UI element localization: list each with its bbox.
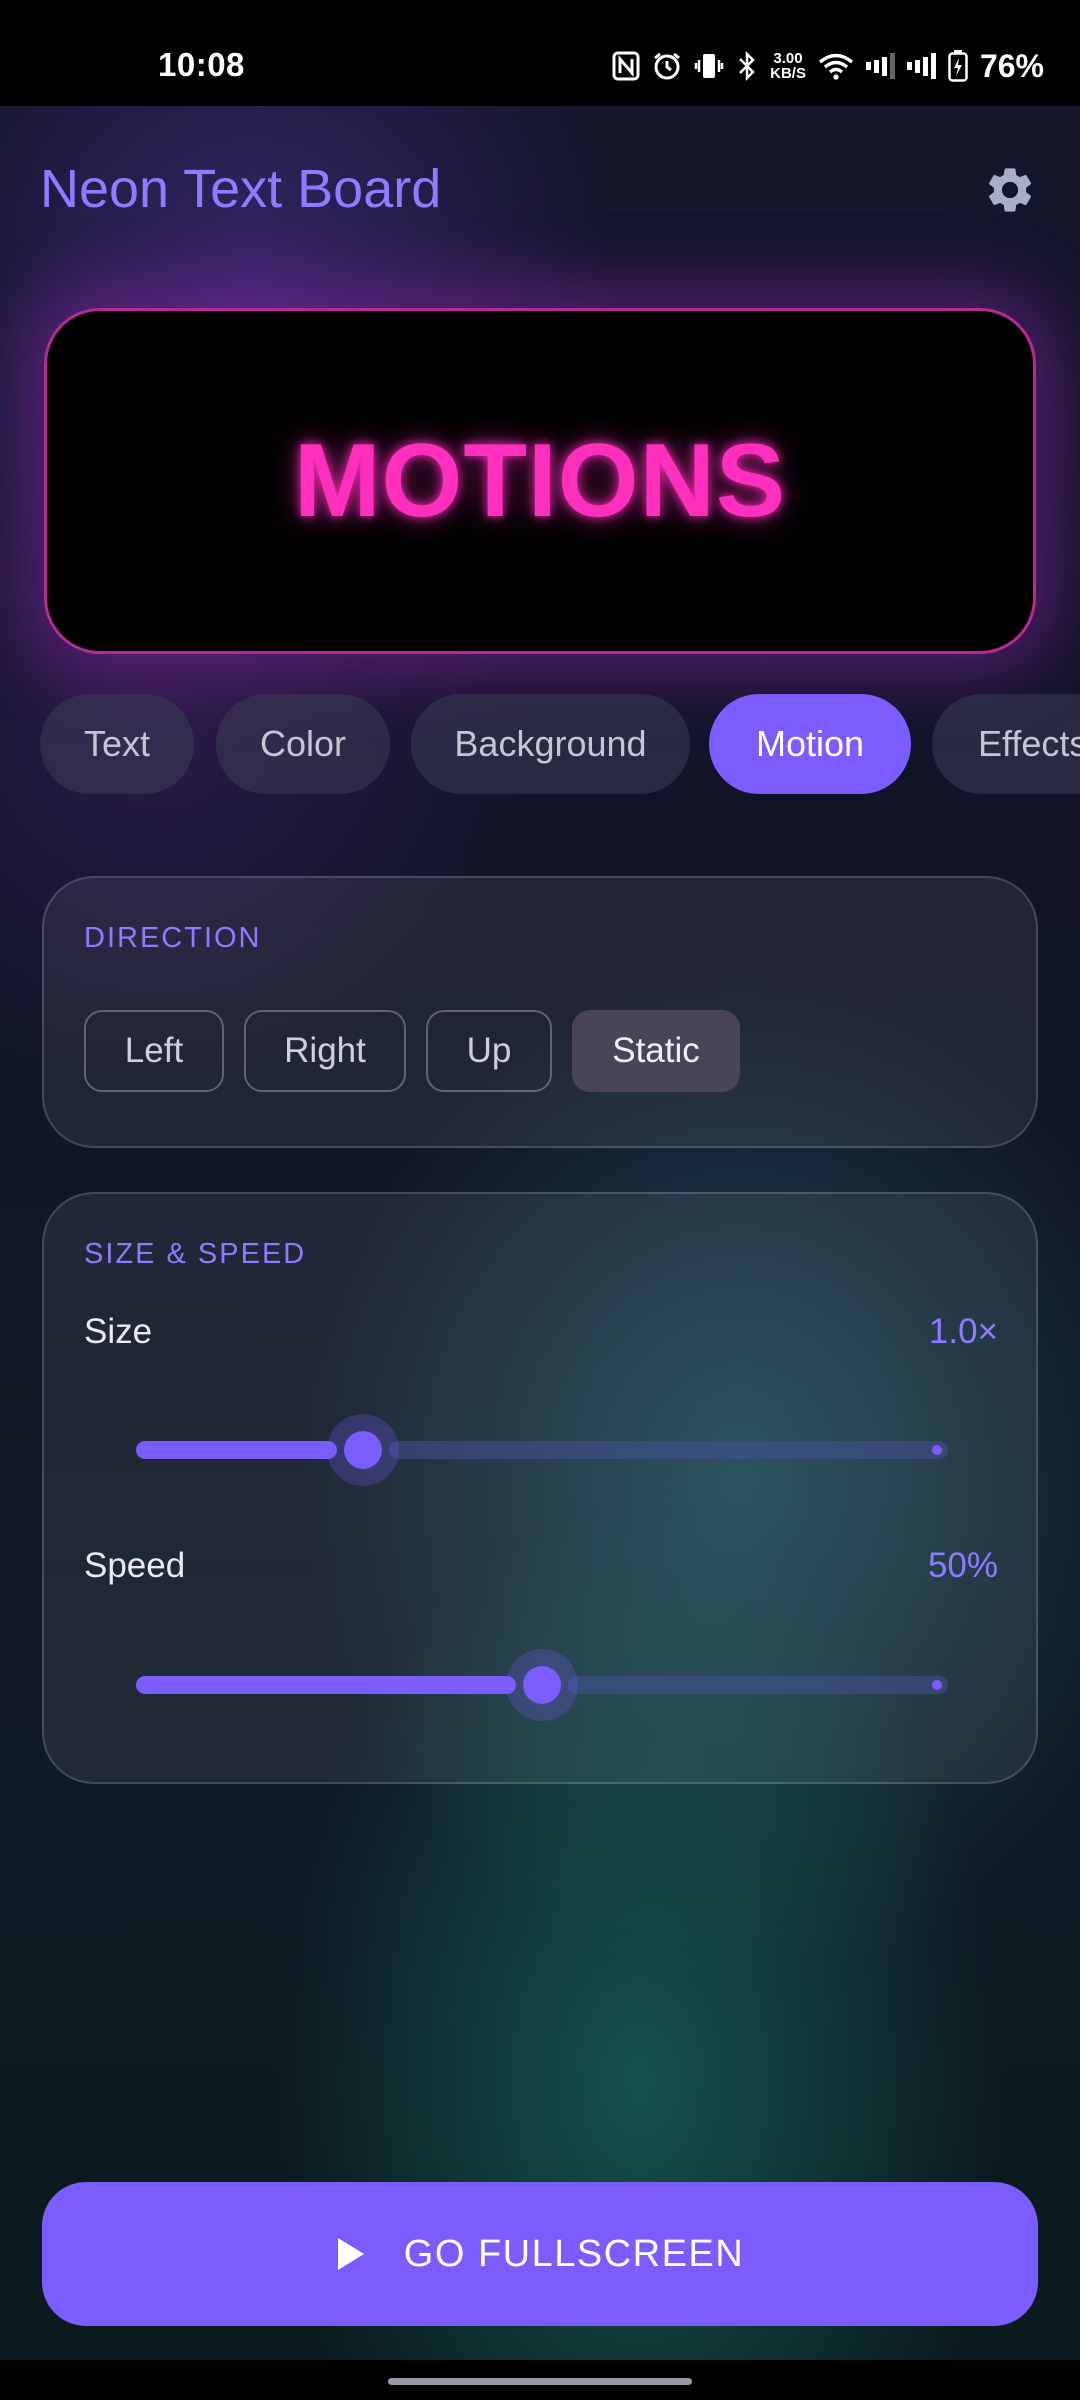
settings-button[interactable]: [978, 158, 1042, 222]
status-bar: 10:08 3.00 KB/S 76%: [0, 0, 1080, 106]
direction-section-label: DIRECTION: [84, 922, 262, 954]
size-slider-active-track: [136, 1441, 338, 1459]
battery-icon: [948, 50, 968, 82]
status-time: 10:08: [158, 46, 245, 83]
speed-value: 50%: [927, 1546, 998, 1585]
direction-up-button[interactable]: Up: [426, 1010, 552, 1092]
speed-slider-end-stop: [932, 1680, 942, 1690]
vibrate-icon: [694, 51, 724, 81]
size-slider-inactive-track: [389, 1441, 948, 1459]
tab-motion-label: Motion: [755, 723, 865, 764]
size-slider-end-stop: [932, 1445, 942, 1455]
bluetooth-icon: [736, 51, 758, 81]
size-speed-card: SIZE & SPEED Size 1.0× Speed 50%: [42, 1192, 1038, 1784]
size-slider[interactable]: [116, 1410, 968, 1490]
network-speed-unit: KB/S: [770, 65, 806, 82]
tab-bar: Text Color Background Motion Effects: [40, 694, 1080, 794]
tab-motion[interactable]: Motion: [709, 694, 911, 794]
direction-right-button[interactable]: Right: [244, 1010, 406, 1092]
speed-slider-thumb[interactable]: [523, 1666, 561, 1704]
direction-static-label: Static: [612, 1031, 700, 1070]
tab-text-label: Text: [83, 723, 151, 764]
direction-left-button[interactable]: Left: [84, 1010, 224, 1092]
network-speed: 3.00 KB/S: [770, 51, 806, 81]
direction-card: DIRECTION Left Right Up Static: [42, 876, 1038, 1148]
speed-slider-inactive-track: [568, 1676, 948, 1694]
preview-board[interactable]: MOTIONS: [44, 308, 1036, 654]
speed-label: Speed: [84, 1546, 186, 1585]
tab-color-label: Color: [259, 723, 347, 764]
speed-slider-active-track: [136, 1676, 516, 1694]
nfc-icon: [612, 51, 640, 81]
signal-icon-2: [906, 53, 936, 79]
go-fullscreen-button[interactable]: GO FULLSCREEN: [42, 2182, 1038, 2326]
go-fullscreen-label: GO FULLSCREEN: [403, 2232, 745, 2275]
play-icon: [337, 2238, 364, 2270]
tab-text[interactable]: Text: [40, 694, 194, 794]
navigation-bar: [0, 2360, 1080, 2400]
app-title: Neon Text Board: [40, 159, 442, 219]
size-speed-section-label: SIZE & SPEED: [84, 1238, 307, 1270]
gear-icon: [988, 168, 1032, 212]
status-icons: 3.00 KB/S 76%: [612, 44, 1044, 88]
tab-background[interactable]: Background: [411, 694, 690, 794]
size-value: 1.0×: [928, 1312, 998, 1351]
tab-effects-label: Effects: [978, 723, 1080, 764]
speed-slider[interactable]: [116, 1645, 968, 1725]
direction-right-label: Right: [284, 1031, 366, 1070]
wifi-icon: [818, 52, 854, 80]
size-label: Size: [84, 1312, 153, 1351]
tab-effects[interactable]: Effects: [932, 694, 1080, 794]
tab-background-label: Background: [454, 723, 647, 764]
preview-text: MOTIONS: [293, 422, 787, 539]
signal-icon: [865, 53, 895, 79]
network-speed-value: 3.00: [773, 50, 803, 67]
home-handle[interactable]: [388, 2378, 692, 2385]
tab-color[interactable]: Color: [216, 694, 390, 794]
battery-percent: 76%: [979, 47, 1044, 84]
direction-up-label: Up: [466, 1031, 512, 1070]
direction-left-label: Left: [124, 1031, 184, 1070]
direction-static-button[interactable]: Static: [572, 1010, 740, 1092]
alarm-icon: [652, 51, 682, 81]
